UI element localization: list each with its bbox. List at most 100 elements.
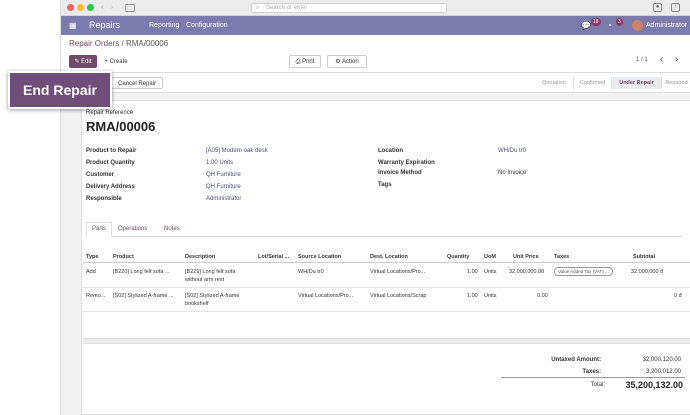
- tax-badge[interactable]: Value Added Tax (VAT) ...: [554, 267, 613, 276]
- chat-count-badge: 18: [591, 18, 601, 26]
- app-window: ‹ › ⌕ Search or enter ● ↑ ▦ Repairs Repo…: [60, 0, 690, 415]
- column-header[interactable]: Product: [113, 254, 134, 260]
- shield-icon[interactable]: ●: [653, 3, 662, 12]
- cell-dest: Virtual Locations/Pro...: [370, 269, 426, 275]
- app-menu-icon[interactable]: ▦: [69, 16, 77, 35]
- responsible-value[interactable]: Administrator: [206, 196, 241, 202]
- column-header[interactable]: Dest. Location: [370, 254, 408, 260]
- share-icon[interactable]: ↑: [671, 3, 680, 12]
- cell-type: Add: [86, 269, 96, 275]
- cell-description: [S02] Stylized A-frame: [185, 293, 240, 299]
- field-label: Product to Repair: [86, 148, 137, 154]
- cell-description: [B229] Long felt sofa: [185, 269, 236, 275]
- breadcrumb-parent[interactable]: Repair Orders: [69, 39, 119, 48]
- cell-type: Remo...: [86, 293, 106, 299]
- cell-price: 32,000,000.00: [509, 269, 545, 275]
- menu-configuration[interactable]: Configuration: [186, 16, 228, 35]
- reference-label: Repair Reference: [86, 110, 134, 116]
- user-name[interactable]: Administrator: [646, 16, 687, 35]
- delivery-address-value[interactable]: QH Furniture: [206, 184, 241, 190]
- untaxed-label: Untaxed Amount:: [551, 357, 601, 363]
- column-header[interactable]: Taxes: [554, 254, 569, 260]
- column-header[interactable]: UoM: [484, 254, 496, 260]
- cell-product: [B220] Long felt sofa ...: [113, 269, 170, 275]
- field-label: Invoice Method: [378, 170, 422, 176]
- total-amount: 35,200,132.00: [625, 380, 683, 390]
- close-dot-icon[interactable]: [67, 4, 74, 11]
- create-button[interactable]: + Create: [101, 55, 131, 68]
- field-label: Warranty Expiration: [378, 160, 435, 166]
- column-header[interactable]: Subtotal: [633, 254, 655, 260]
- activity-clock-icon[interactable]: ◔: [607, 16, 612, 35]
- tab-operations[interactable]: Operations: [118, 222, 147, 236]
- activity-count-badge: 3: [616, 18, 623, 26]
- field-label: Customer: [86, 172, 115, 178]
- field-label: Product Quantity: [86, 160, 135, 166]
- cell-description-line2: bookshelf: [185, 301, 209, 307]
- column-header[interactable]: Unit Price: [513, 254, 539, 260]
- total-label: Total:: [590, 382, 605, 388]
- back-arrow-icon[interactable]: ‹: [101, 3, 109, 12]
- untaxed-amount: 32,000,120.00: [642, 357, 681, 363]
- tabs-divider: [86, 236, 682, 237]
- customer-value[interactable]: QH Furniture: [206, 172, 241, 178]
- column-header[interactable]: Source Location: [298, 254, 341, 260]
- edit-button[interactable]: ✎ Edit: [69, 55, 97, 68]
- breadcrumb: Repair Orders / RMA/00006: [69, 39, 168, 48]
- cell-product: [S02] Stylized A-frame ...: [113, 293, 174, 299]
- column-header[interactable]: Type: [86, 254, 98, 260]
- top-navbar: ▦ Repairs Reporting Configuration 💬 18 ◔…: [61, 16, 690, 35]
- location-value[interactable]: WH/Du tr0: [498, 148, 526, 154]
- plus-icon: +: [104, 59, 108, 65]
- gear-icon: ⚙: [335, 59, 341, 65]
- cell-subtotal: 0 đ: [674, 293, 682, 299]
- maximize-dot-icon[interactable]: [87, 4, 94, 11]
- chat-icon[interactable]: 💬: [581, 16, 591, 35]
- cancel-repair-button[interactable]: Cancel Repair: [111, 77, 163, 89]
- avatar[interactable]: [632, 20, 643, 31]
- stage-repaired[interactable]: Repaired: [661, 77, 690, 89]
- stage-quotation[interactable]: Quotation: [535, 77, 573, 89]
- record-title: RMA/00006: [86, 119, 156, 134]
- column-header[interactable]: Description: [185, 254, 215, 260]
- menu-reporting[interactable]: Reporting: [149, 16, 179, 35]
- column-header[interactable]: Lot/Serial ...: [258, 254, 289, 260]
- app-name[interactable]: Repairs: [89, 16, 120, 35]
- cell-source: Virtual Locations/Pro...: [298, 293, 354, 299]
- stage-under-repair[interactable]: Under Repair: [611, 77, 661, 89]
- status-row: Cancel Repair Quotation Confirmed Under …: [61, 73, 690, 93]
- cell-qty: 1.00: [467, 269, 478, 275]
- field-label: Delivery Address: [86, 184, 135, 190]
- column-header[interactable]: Quantity: [447, 254, 469, 260]
- cell-dest: Virtual Locations/Scrap: [370, 293, 427, 299]
- cell-source: WH/Du tr0: [298, 269, 324, 275]
- quantity-value[interactable]: 1.00 Units: [206, 160, 233, 166]
- totals-divider: [501, 377, 685, 378]
- browser-chrome: ‹ › ⌕ Search or enter ● ↑: [61, 0, 690, 16]
- search-icon: ⌕: [256, 5, 260, 11]
- tab-parts[interactable]: Parts: [86, 222, 112, 237]
- product-to-repair-value[interactable]: [A05] Modern oak desk: [206, 148, 268, 154]
- pager-next-icon[interactable]: ›: [675, 54, 678, 65]
- action-button[interactable]: ⚙ Action: [327, 55, 367, 68]
- minimize-dot-icon[interactable]: [77, 4, 84, 11]
- invoice-method-value[interactable]: No Invoice: [498, 170, 526, 176]
- cell-uom: Units: [484, 293, 497, 299]
- table-footer: [83, 338, 690, 344]
- end-repair-tooltip[interactable]: End Repair: [8, 71, 112, 109]
- stage-confirmed[interactable]: Confirmed: [573, 77, 611, 89]
- sidebar-toggle-icon[interactable]: [125, 4, 135, 12]
- taxes-label: Taxes:: [582, 369, 601, 375]
- pencil-icon: ✎: [74, 59, 80, 65]
- tab-notes[interactable]: Notes: [164, 222, 180, 236]
- pager-prev-icon[interactable]: ‹: [660, 54, 663, 65]
- control-panel: Repair Orders / RMA/00006 ✎ Edit + Creat…: [61, 35, 690, 73]
- print-button[interactable]: ⎙ Print: [289, 55, 321, 68]
- forward-arrow-icon[interactable]: ›: [111, 3, 119, 12]
- url-bar[interactable]: ⌕ Search or enter: [251, 3, 447, 13]
- breadcrumb-separator: /: [121, 39, 124, 48]
- pager: 1 / 1: [636, 57, 648, 63]
- cell-subtotal: 32,000,000 đ: [631, 269, 664, 275]
- field-label: Location: [378, 148, 403, 154]
- cell-uom: Units: [484, 269, 497, 275]
